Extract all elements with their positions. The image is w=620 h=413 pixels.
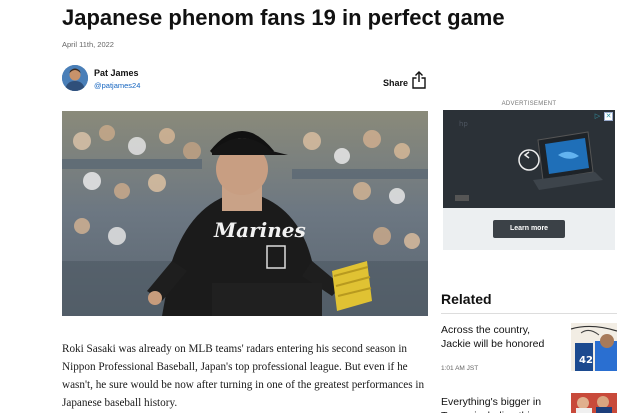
related-item[interactable]: Across the country, Jackie will be honor…	[441, 323, 617, 375]
article-body: Roki Sasaki was already on MLB teams' ra…	[62, 343, 425, 409]
author-handle[interactable]: @patjames24	[94, 81, 140, 90]
related-item-time: 1:01 AM JST	[441, 365, 479, 372]
ad-label: ADVERTISEMENT	[501, 101, 557, 107]
ad-close-icon[interactable]: ✕	[604, 112, 613, 121]
related-item-title[interactable]: Everything's bigger in Texas, including …	[441, 395, 561, 413]
adchoices-icon[interactable]: ▷	[593, 112, 602, 121]
author-name[interactable]: Pat James	[94, 68, 139, 78]
share-icon	[412, 71, 426, 94]
related-heading: Related	[441, 291, 492, 307]
share-label: Share	[383, 77, 409, 88]
hero-image[interactable]: Marines	[62, 111, 428, 316]
article-title: Japanese phenom fans 19 in perfect game	[62, 5, 505, 30]
related-item-thumbnail[interactable]: 42	[571, 323, 617, 371]
svg-text:42: 42	[579, 355, 593, 366]
related-item-title[interactable]: Across the country, Jackie will be honor…	[441, 323, 561, 351]
ad-banner[interactable]: hp ✕ ▷ Learn more	[443, 110, 615, 250]
svg-text:hp: hp	[459, 120, 468, 128]
related-item-thumbnail[interactable]	[571, 393, 617, 413]
related-item[interactable]: Everything's bigger in Texas, including …	[441, 393, 617, 413]
jersey-lettering: Marines	[213, 218, 306, 242]
ad-laptop-image[interactable]: hp ✕ ▷	[443, 110, 615, 208]
share-button[interactable]: Share	[383, 71, 426, 94]
related-divider	[441, 313, 617, 314]
article-date: April 11th, 2022	[62, 40, 114, 49]
author-avatar[interactable]	[62, 65, 88, 91]
ad-learn-more-button[interactable]: Learn more	[493, 220, 565, 238]
